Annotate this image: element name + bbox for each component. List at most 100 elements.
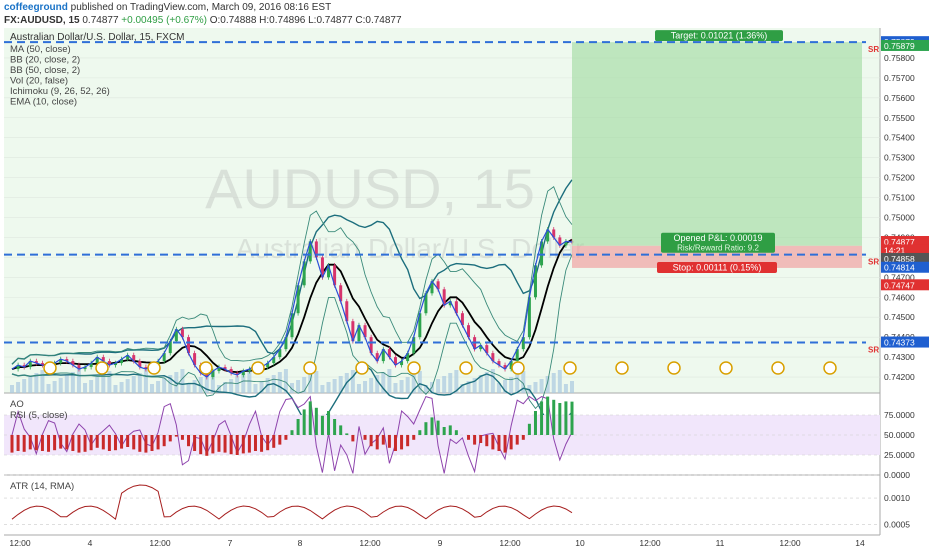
price-tag-text: 0.74373 xyxy=(884,338,915,348)
time-tick-label: 14 xyxy=(855,538,865,548)
price-tag-text: 0.74747 xyxy=(884,280,915,290)
symbol-line: FX:AUDUSD, 15 0.74877 +0.00495 (+0.67%) … xyxy=(4,15,402,26)
ao-bar xyxy=(400,435,404,450)
volume-bar xyxy=(442,376,447,393)
watermark-name: Australian Dollar/U.S. Dollar xyxy=(236,233,585,264)
volume-bar xyxy=(320,385,325,393)
ao-bar xyxy=(314,407,318,435)
rr-label-text: Risk/Reward Ratio: 9.2 xyxy=(677,243,759,252)
ao-bar xyxy=(47,435,51,452)
time-tick-label: 4 xyxy=(88,538,93,548)
rsi-tick-label: 75.0000 xyxy=(884,410,915,420)
ao-bar xyxy=(95,435,99,448)
volume-bar xyxy=(551,373,556,393)
author-name[interactable]: coffeeground xyxy=(4,2,68,13)
ao-bar xyxy=(180,435,184,440)
ao-bar xyxy=(442,427,446,435)
ao-bar xyxy=(211,435,215,454)
price-tick-label: 0.74300 xyxy=(884,352,915,362)
volume-bar xyxy=(570,381,574,393)
volume-bar xyxy=(95,377,100,393)
price-tick-label: 0.74600 xyxy=(884,292,915,302)
rsi-tick-label: 25.0000 xyxy=(884,450,915,460)
ao-bar xyxy=(229,435,233,455)
ao-bar xyxy=(284,435,288,440)
time-tick-label: 11 xyxy=(716,538,725,548)
ao-bar xyxy=(363,435,367,440)
volume-bar xyxy=(296,380,301,393)
event-flag-icon xyxy=(823,361,837,375)
ao-bar xyxy=(266,435,270,451)
time-tick-label: 12:00 xyxy=(779,538,801,548)
ao-bar xyxy=(40,435,44,451)
event-flag-icon xyxy=(771,361,785,375)
price-tick-label: 0.74200 xyxy=(884,372,915,382)
event-flag-icon xyxy=(615,361,629,375)
ao-bar xyxy=(509,435,513,450)
volume-bar xyxy=(58,378,63,393)
trading-chart[interactable]: 0.75800 0.75700 0.75600 0.75500 0.75400 0.753… xyxy=(0,28,932,550)
ao-bar xyxy=(467,435,471,440)
sr-label: SR xyxy=(868,45,879,54)
ao-bar xyxy=(406,435,410,447)
event-flag-icon xyxy=(563,361,577,375)
ao-bar xyxy=(503,435,507,453)
price-tick-label: 0.75300 xyxy=(884,153,915,163)
price-tick-label: 0.75400 xyxy=(884,133,915,143)
price-tick-label: 0.75800 xyxy=(884,53,915,63)
ao-bar xyxy=(333,419,337,435)
ao-bar xyxy=(473,435,477,445)
ao-bar xyxy=(491,435,495,450)
sr-label: SR xyxy=(868,258,879,267)
ao-bar xyxy=(521,435,525,440)
event-flag-icon xyxy=(147,361,161,375)
volume-bar xyxy=(563,384,568,393)
sr-label: SR xyxy=(868,346,879,355)
volume-bar xyxy=(125,379,130,393)
target-zone xyxy=(572,42,862,246)
ao-bar xyxy=(327,411,331,435)
ao-bar xyxy=(28,435,32,450)
price-tick-label: 0.75200 xyxy=(884,173,915,183)
volume-bar xyxy=(46,384,51,393)
ao-bar xyxy=(113,435,117,451)
ao-bar xyxy=(138,435,142,452)
volume-bar xyxy=(393,383,398,393)
time-tick-label: 12:00 xyxy=(499,538,521,548)
time-tick-label: 12:00 xyxy=(149,538,171,548)
ao-bar xyxy=(101,435,105,450)
ao-bar xyxy=(387,435,391,448)
ao-legend: AO xyxy=(10,399,24,410)
ao-bar xyxy=(527,423,531,435)
ao-bar xyxy=(564,401,568,435)
volume-bar xyxy=(545,376,550,393)
price-tick-label: 0.75500 xyxy=(884,113,915,123)
rsi-tick-label: 0.0000 xyxy=(884,470,910,480)
ao-bar xyxy=(369,435,373,447)
volume-bar xyxy=(277,372,282,393)
volume-bar xyxy=(64,375,69,393)
ao-bar xyxy=(10,435,14,453)
volume-bar xyxy=(405,377,410,393)
ao-bar xyxy=(187,435,191,447)
volume-bar xyxy=(10,385,14,393)
atr-legend: ATR (14, RMA) xyxy=(10,481,74,492)
volume-bar xyxy=(387,369,392,393)
volume-bar xyxy=(229,379,234,393)
event-flag-icon xyxy=(667,361,681,375)
ao-bar xyxy=(308,401,312,435)
volume-bar xyxy=(131,376,136,393)
price-change: +0.00495 (+0.67%) xyxy=(121,15,207,26)
ao-bar xyxy=(144,435,148,453)
price-tick-label: 0.75100 xyxy=(884,193,915,203)
ao-bar xyxy=(278,435,282,445)
symbol-label: FX:AUDUSD, 15 xyxy=(4,15,80,26)
event-flag-icon xyxy=(459,361,473,375)
volume-bar xyxy=(350,370,355,393)
ao-bar xyxy=(253,435,257,451)
ao-bar xyxy=(247,435,251,453)
ao-bar xyxy=(515,435,519,445)
ao-bar xyxy=(296,419,300,435)
ao-bar xyxy=(351,435,355,442)
study-legend: MA (50, close) xyxy=(10,44,71,55)
